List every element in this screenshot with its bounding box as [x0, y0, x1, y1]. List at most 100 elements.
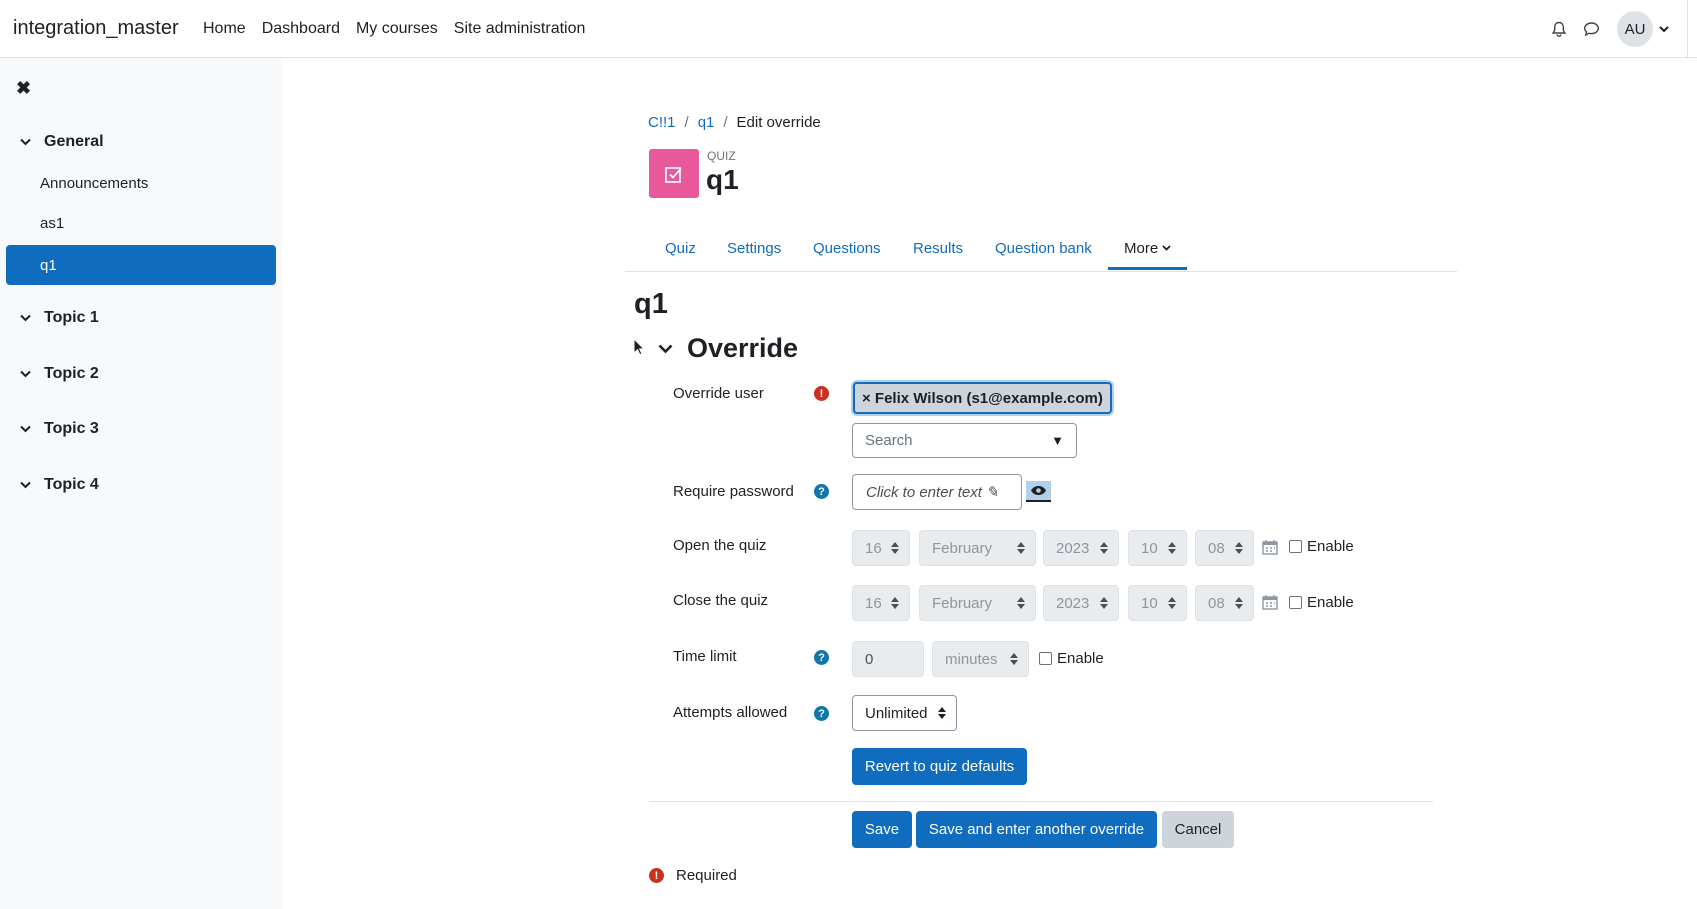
tab-more[interactable]: More	[1124, 225, 1171, 271]
help-icon[interactable]: ?	[814, 484, 829, 499]
avatar[interactable]: AU	[1617, 11, 1653, 47]
chevron-down-icon[interactable]	[658, 344, 673, 354]
section-heading: Override	[687, 333, 799, 363]
attempts-value: Unlimited	[865, 704, 928, 722]
password-field[interactable]: Click to enter text ✎	[852, 474, 1022, 510]
nav-home[interactable]: Home	[203, 20, 246, 38]
section-topic-3[interactable]: Topic 3	[20, 420, 99, 438]
tab-questions[interactable]: Questions	[813, 225, 881, 271]
breadcrumb-quiz[interactable]: q1	[698, 114, 715, 131]
help-icon[interactable]: ?	[814, 706, 829, 721]
tab-results[interactable]: Results	[913, 225, 963, 271]
override-section-header[interactable]: Override	[658, 333, 798, 364]
quiz-icon	[649, 149, 699, 198]
section-title: Topic 4	[44, 476, 99, 493]
chevron-down-icon[interactable]	[1659, 20, 1669, 38]
calendar-icon[interactable]	[1262, 594, 1278, 610]
tab-settings[interactable]: Settings	[727, 225, 781, 271]
chat-bubble-icon[interactable]	[1575, 13, 1607, 45]
attempts-select[interactable]: Unlimited	[852, 695, 957, 731]
time-limit-enable-checkbox[interactable]: Enable	[1039, 650, 1104, 667]
sort-arrows-icon	[1235, 542, 1243, 554]
mouse-cursor-icon	[633, 337, 646, 361]
sort-arrows-icon	[1100, 597, 1108, 609]
enable-label: Enable	[1057, 650, 1104, 667]
sort-arrows-icon	[1010, 653, 1018, 665]
time-unit-select[interactable]: minutes	[932, 641, 1029, 677]
required-legend: ! Required	[649, 867, 737, 884]
user-search-input[interactable]: Search ▼	[852, 423, 1077, 458]
close-year-select[interactable]: 2023	[1043, 585, 1119, 621]
activity-title: q1	[706, 164, 739, 195]
selected-user-chip[interactable]: × Felix Wilson (s1@example.com)	[853, 382, 1112, 414]
checkbox[interactable]	[1039, 652, 1052, 665]
site-brand[interactable]: integration_master	[0, 17, 190, 40]
required-label: Required	[676, 867, 737, 884]
drawer-item-announcements[interactable]: Announcements	[6, 163, 276, 203]
checkbox[interactable]	[1289, 596, 1302, 609]
nav-my-courses[interactable]: My courses	[356, 20, 438, 38]
tab-quiz[interactable]: Quiz	[665, 225, 696, 271]
section-general[interactable]: General	[20, 133, 104, 151]
checkbox[interactable]	[1289, 540, 1302, 553]
sort-arrows-icon	[1100, 542, 1108, 554]
revert-defaults-button[interactable]: Revert to quiz defaults	[852, 748, 1027, 785]
section-topic-4[interactable]: Topic 4	[20, 476, 99, 494]
open-minute-select[interactable]: 08	[1195, 530, 1254, 566]
nav-dashboard[interactable]: Dashboard	[262, 20, 340, 38]
eye-icon[interactable]	[1026, 481, 1051, 502]
close-day-select[interactable]: 16	[852, 585, 910, 621]
chevron-down-icon[interactable]	[20, 476, 32, 494]
help-icon[interactable]: ?	[814, 650, 829, 665]
page-title: q1	[634, 288, 668, 320]
breadcrumb-course[interactable]: C!!1	[648, 114, 676, 131]
tab-question-bank[interactable]: Question bank	[995, 225, 1092, 271]
enable-label: Enable	[1307, 538, 1354, 555]
open-quiz-label: Open the quiz	[673, 537, 767, 554]
active-tab-indicator	[1108, 267, 1187, 270]
nav-site-administration[interactable]: Site administration	[454, 20, 586, 38]
chevron-down-icon[interactable]	[20, 365, 32, 383]
save-button[interactable]: Save	[852, 811, 912, 848]
breadcrumb-current: Edit override	[736, 114, 821, 131]
dropdown-arrow-icon[interactable]: ▼	[1051, 433, 1064, 448]
chevron-down-icon[interactable]	[20, 309, 32, 327]
open-day-select[interactable]: 16	[852, 530, 910, 566]
sort-arrows-icon	[1017, 597, 1025, 609]
required-icon: !	[814, 386, 829, 401]
section-topic-2[interactable]: Topic 2	[20, 365, 99, 383]
breadcrumb-separator: /	[723, 114, 728, 131]
chevron-down-icon[interactable]	[20, 420, 32, 438]
open-year-select[interactable]: 2023	[1043, 530, 1119, 566]
drawer-item-label: as1	[40, 214, 65, 232]
chevron-down-icon[interactable]	[20, 133, 32, 151]
drawer-item-q1[interactable]: q1	[6, 245, 276, 285]
require-password-label: Require password	[673, 483, 794, 500]
drawer-item-as1[interactable]: as1	[6, 203, 276, 243]
close-quiz-label: Close the quiz	[673, 592, 769, 609]
form-divider	[649, 801, 1433, 802]
calendar-icon[interactable]	[1262, 539, 1278, 555]
drawer-item-label: q1	[40, 256, 57, 274]
sort-arrows-icon	[891, 597, 899, 609]
bell-icon[interactable]	[1543, 13, 1575, 45]
primary-nav: Home Dashboard My courses Site administr…	[203, 20, 601, 38]
time-limit-label: Time limit	[673, 648, 737, 665]
close-hour-select[interactable]: 10	[1128, 585, 1187, 621]
section-title: Topic 1	[44, 309, 99, 326]
close-enable-checkbox[interactable]: Enable	[1289, 594, 1354, 611]
close-minute-select[interactable]: 08	[1195, 585, 1254, 621]
cancel-button[interactable]: Cancel	[1162, 811, 1234, 848]
open-month-select[interactable]: February	[919, 530, 1036, 566]
open-enable-checkbox[interactable]: Enable	[1289, 538, 1354, 555]
time-limit-input[interactable]: 0	[852, 641, 924, 677]
navbar-divider	[1687, 0, 1688, 58]
close-month-select[interactable]: February	[919, 585, 1036, 621]
drawer-item-label: Announcements	[40, 174, 149, 192]
section-title: General	[44, 133, 104, 150]
open-hour-select[interactable]: 10	[1128, 530, 1187, 566]
save-another-button[interactable]: Save and enter another override	[916, 811, 1157, 848]
close-icon[interactable]: ✖	[16, 78, 31, 99]
section-topic-1[interactable]: Topic 1	[20, 309, 99, 327]
close-hour-value: 10	[1141, 594, 1158, 612]
